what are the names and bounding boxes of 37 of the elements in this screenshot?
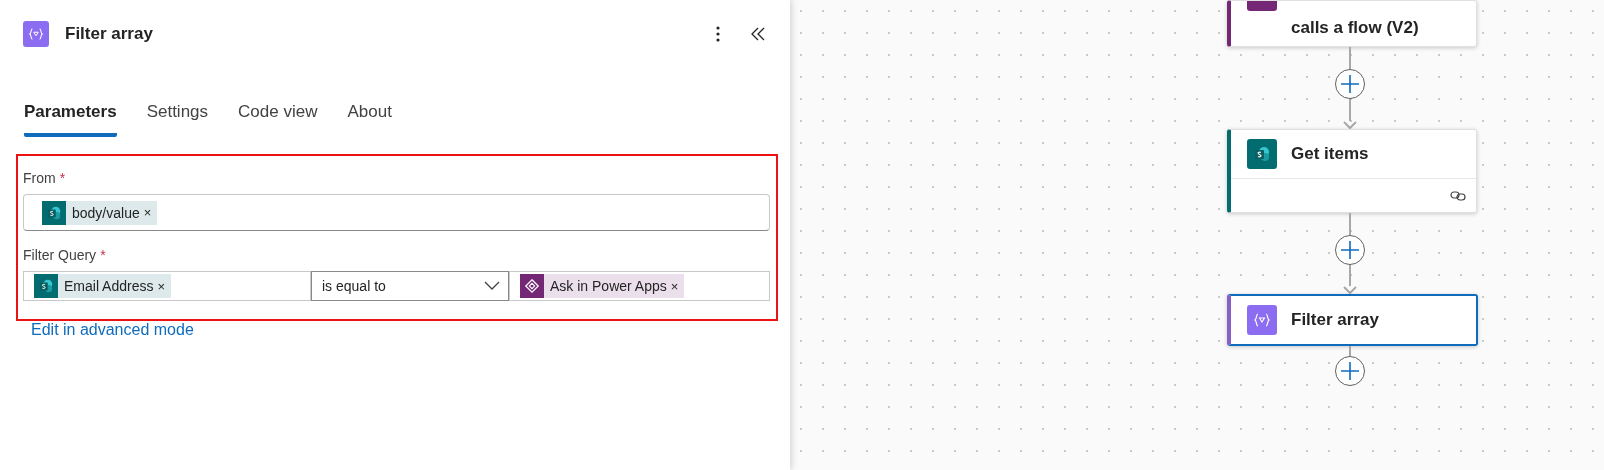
step-title: Get items	[1291, 144, 1369, 164]
flow-step-card[interactable]: Get items	[1227, 129, 1477, 213]
remove-icon[interactable]: ×	[157, 278, 172, 294]
token-chip[interactable]: Email Address ×	[34, 274, 172, 298]
tab[interactable]: About	[347, 96, 392, 137]
input-field[interactable]: Email Address ×	[23, 271, 311, 301]
flow-step-card[interactable]: Filter array	[1227, 294, 1478, 346]
tab[interactable]: Code view	[238, 96, 318, 137]
field-label: From *	[23, 170, 67, 186]
sharepoint-icon	[1253, 145, 1271, 163]
token-chip[interactable]: body/value ×	[42, 200, 158, 225]
link-icon	[1450, 189, 1466, 202]
step-icon	[1247, 1, 1277, 11]
advanced-mode-link[interactable]: Edit in advanced mode	[31, 321, 790, 339]
token-chip[interactable]: Ask in Power Apps ×	[520, 274, 685, 298]
sharepoint-icon	[38, 278, 54, 294]
operator-dropdown[interactable]: is equal to	[311, 271, 509, 301]
add-step-button[interactable]	[1334, 356, 1365, 386]
step-title: calls a flow (V2)	[1291, 18, 1419, 38]
diamond-icon	[524, 278, 540, 294]
add-step-button[interactable]	[1334, 69, 1365, 99]
remove-icon[interactable]: ×	[670, 278, 685, 294]
field-label: Filter Query *	[23, 247, 107, 263]
tab[interactable]: Parameters	[24, 96, 117, 137]
add-step-button[interactable]	[1334, 234, 1365, 265]
filter-braces-icon	[1253, 311, 1271, 329]
arrow-head-icon	[1342, 286, 1357, 294]
chevron-down-icon	[484, 281, 500, 291]
panel-title: Filter array	[65, 24, 154, 44]
input-field[interactable]: Ask in Power Apps ×	[509, 271, 770, 301]
arrow-head-icon	[1342, 121, 1357, 129]
input-field[interactable]: body/value ×	[23, 194, 770, 231]
flow-step-card[interactable]: calls a flow (V2)	[1227, 0, 1477, 47]
sharepoint-icon	[46, 204, 62, 221]
tab[interactable]: Settings	[146, 96, 209, 137]
remove-icon[interactable]: ×	[143, 205, 158, 220]
step-title: Filter array	[1291, 310, 1379, 330]
